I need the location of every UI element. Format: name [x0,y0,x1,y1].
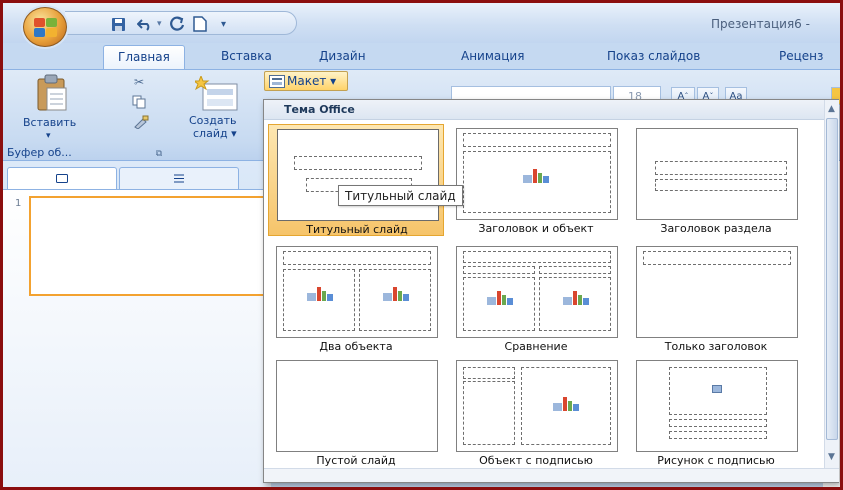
scroll-down-icon[interactable]: ▼ [828,452,835,462]
gallery-resize-bar[interactable] [264,468,839,482]
cut-icon[interactable]: ✂ [131,74,147,90]
tab-animation[interactable]: Анимация [461,49,524,63]
slides-tab-icon [56,174,68,183]
new-slide-label[interactable]: Создать [189,114,237,127]
layout-label: Два объекта [319,340,393,353]
layout-label: Только заголовок [664,340,768,353]
layout-thumbnail [636,360,798,452]
picture-icon [712,385,722,393]
layout-two-content[interactable]: Два объекта [268,242,444,354]
caption-placeholder [669,431,767,439]
layout-label: Титульный слайд [306,223,408,236]
title-placeholder [463,251,611,263]
layout-content-with-caption[interactable]: Объект с подписью [448,356,624,468]
slide-thumbnail[interactable] [29,196,265,296]
heading-placeholder-left [463,266,535,274]
office-logo-icon [34,18,58,38]
title-placeholder [643,251,791,265]
save-icon[interactable] [111,16,126,32]
tab-slide-show[interactable]: Показ слайдов [607,49,700,63]
layout-gallery: Тема Office Титульный слайд Заголовок и … [263,99,839,483]
content-icons-icon [487,291,513,307]
customize-qat-icon[interactable]: ▾ [221,16,226,32]
paste-icon[interactable] [35,74,69,112]
slides-panel-tabs [3,167,271,189]
tab-home[interactable]: Главная [103,45,185,71]
title-bar: ▾ ▾ Презентация6 - [3,3,840,47]
layout-thumbnail [456,360,618,452]
layout-icon [269,75,285,88]
content-icons-icon [553,397,579,413]
outline-tab-icon [174,174,184,183]
scrollbar-thumb[interactable] [826,118,838,440]
tab-review[interactable]: Реценз [779,49,823,63]
undo-dropdown-icon[interactable]: ▾ [157,16,162,32]
layout-title-only[interactable]: Только заголовок [628,242,804,354]
office-button[interactable] [23,7,67,47]
undo-icon[interactable] [137,16,153,32]
layout-button[interactable]: Макет ▾ [264,71,348,91]
content-icons-icon [563,291,589,307]
layout-picture-with-caption[interactable]: Рисунок с подписью [628,356,804,468]
ribbon-tabs: Главная Вставка Дизайн Анимация Показ сл… [3,43,840,71]
heading-placeholder-right [539,266,611,274]
layout-thumbnail [277,129,439,221]
layout-title-slide[interactable]: Титульный слайд [268,124,444,236]
paste-label[interactable]: Вставить [23,116,76,129]
layout-label: Заголовок и объект [478,222,594,235]
slides-panel: 1 [3,161,271,487]
title-placeholder [463,133,611,147]
window-title: Презентация6 - [711,17,810,31]
slides-list: 1 [3,189,271,487]
layout-thumbnail [276,360,438,452]
title-placeholder [669,419,767,427]
content-icons-icon [383,287,409,303]
content-icons-icon [307,287,333,303]
layout-section-header[interactable]: Заголовок раздела [628,124,804,236]
quick-access-toolbar: ▾ ▾ [65,11,297,35]
dialog-launcher-icon[interactable]: ⧉ [151,146,167,162]
title-placeholder [294,156,422,170]
layout-thumbnail [636,128,798,220]
layout-thumbnail [456,246,618,338]
layout-label: Сравнение [504,340,568,353]
redo-icon[interactable] [169,16,185,32]
gallery-header-label: Тема Office [284,103,355,116]
format-painter-icon[interactable] [133,114,149,130]
layout-tooltip: Титульный слайд [338,185,463,206]
clipboard-group-label: Буфер об... [7,146,72,159]
title-placeholder [655,161,787,175]
caption-placeholder [463,381,515,445]
layout-label: Заголовок раздела [660,222,772,235]
tab-slides[interactable] [7,167,117,189]
window-frame: ▾ ▾ Презентация6 - Главная Вставка Дизай… [0,0,843,490]
layout-title-and-content[interactable]: Заголовок и объект [448,124,624,236]
paste-dropdown-icon[interactable]: ▾ [46,130,51,143]
gallery-header: Тема Office [264,100,824,120]
new-slide-dropdown-label[interactable]: слайд ▾ [193,127,237,140]
tab-insert[interactable]: Вставка [221,49,272,63]
new-icon[interactable] [193,16,207,32]
layout-label: Пустой слайд [316,454,396,467]
gallery-scrollbar[interactable]: ▲ ▼ [824,100,839,468]
new-slide-icon[interactable] [192,74,238,112]
slide-number: 1 [15,198,22,209]
layout-thumbnail [456,128,618,220]
layout-label: Рисунок с подписью [657,454,775,467]
tab-outline[interactable] [119,167,239,189]
scroll-up-icon[interactable]: ▲ [828,104,835,114]
text-placeholder [655,179,787,191]
layout-button-label: Макет ▾ [287,74,337,88]
layout-thumbnail [636,246,798,338]
title-placeholder [463,367,515,379]
tab-design[interactable]: Дизайн [319,49,366,63]
title-placeholder [283,251,431,265]
layout-label: Объект с подписью [479,454,593,467]
layout-thumbnail [276,246,438,338]
content-icons-icon [523,169,549,185]
layout-blank[interactable]: Пустой слайд [268,356,444,468]
copy-icon[interactable] [131,94,147,110]
layout-comparison[interactable]: Сравнение [448,242,624,354]
